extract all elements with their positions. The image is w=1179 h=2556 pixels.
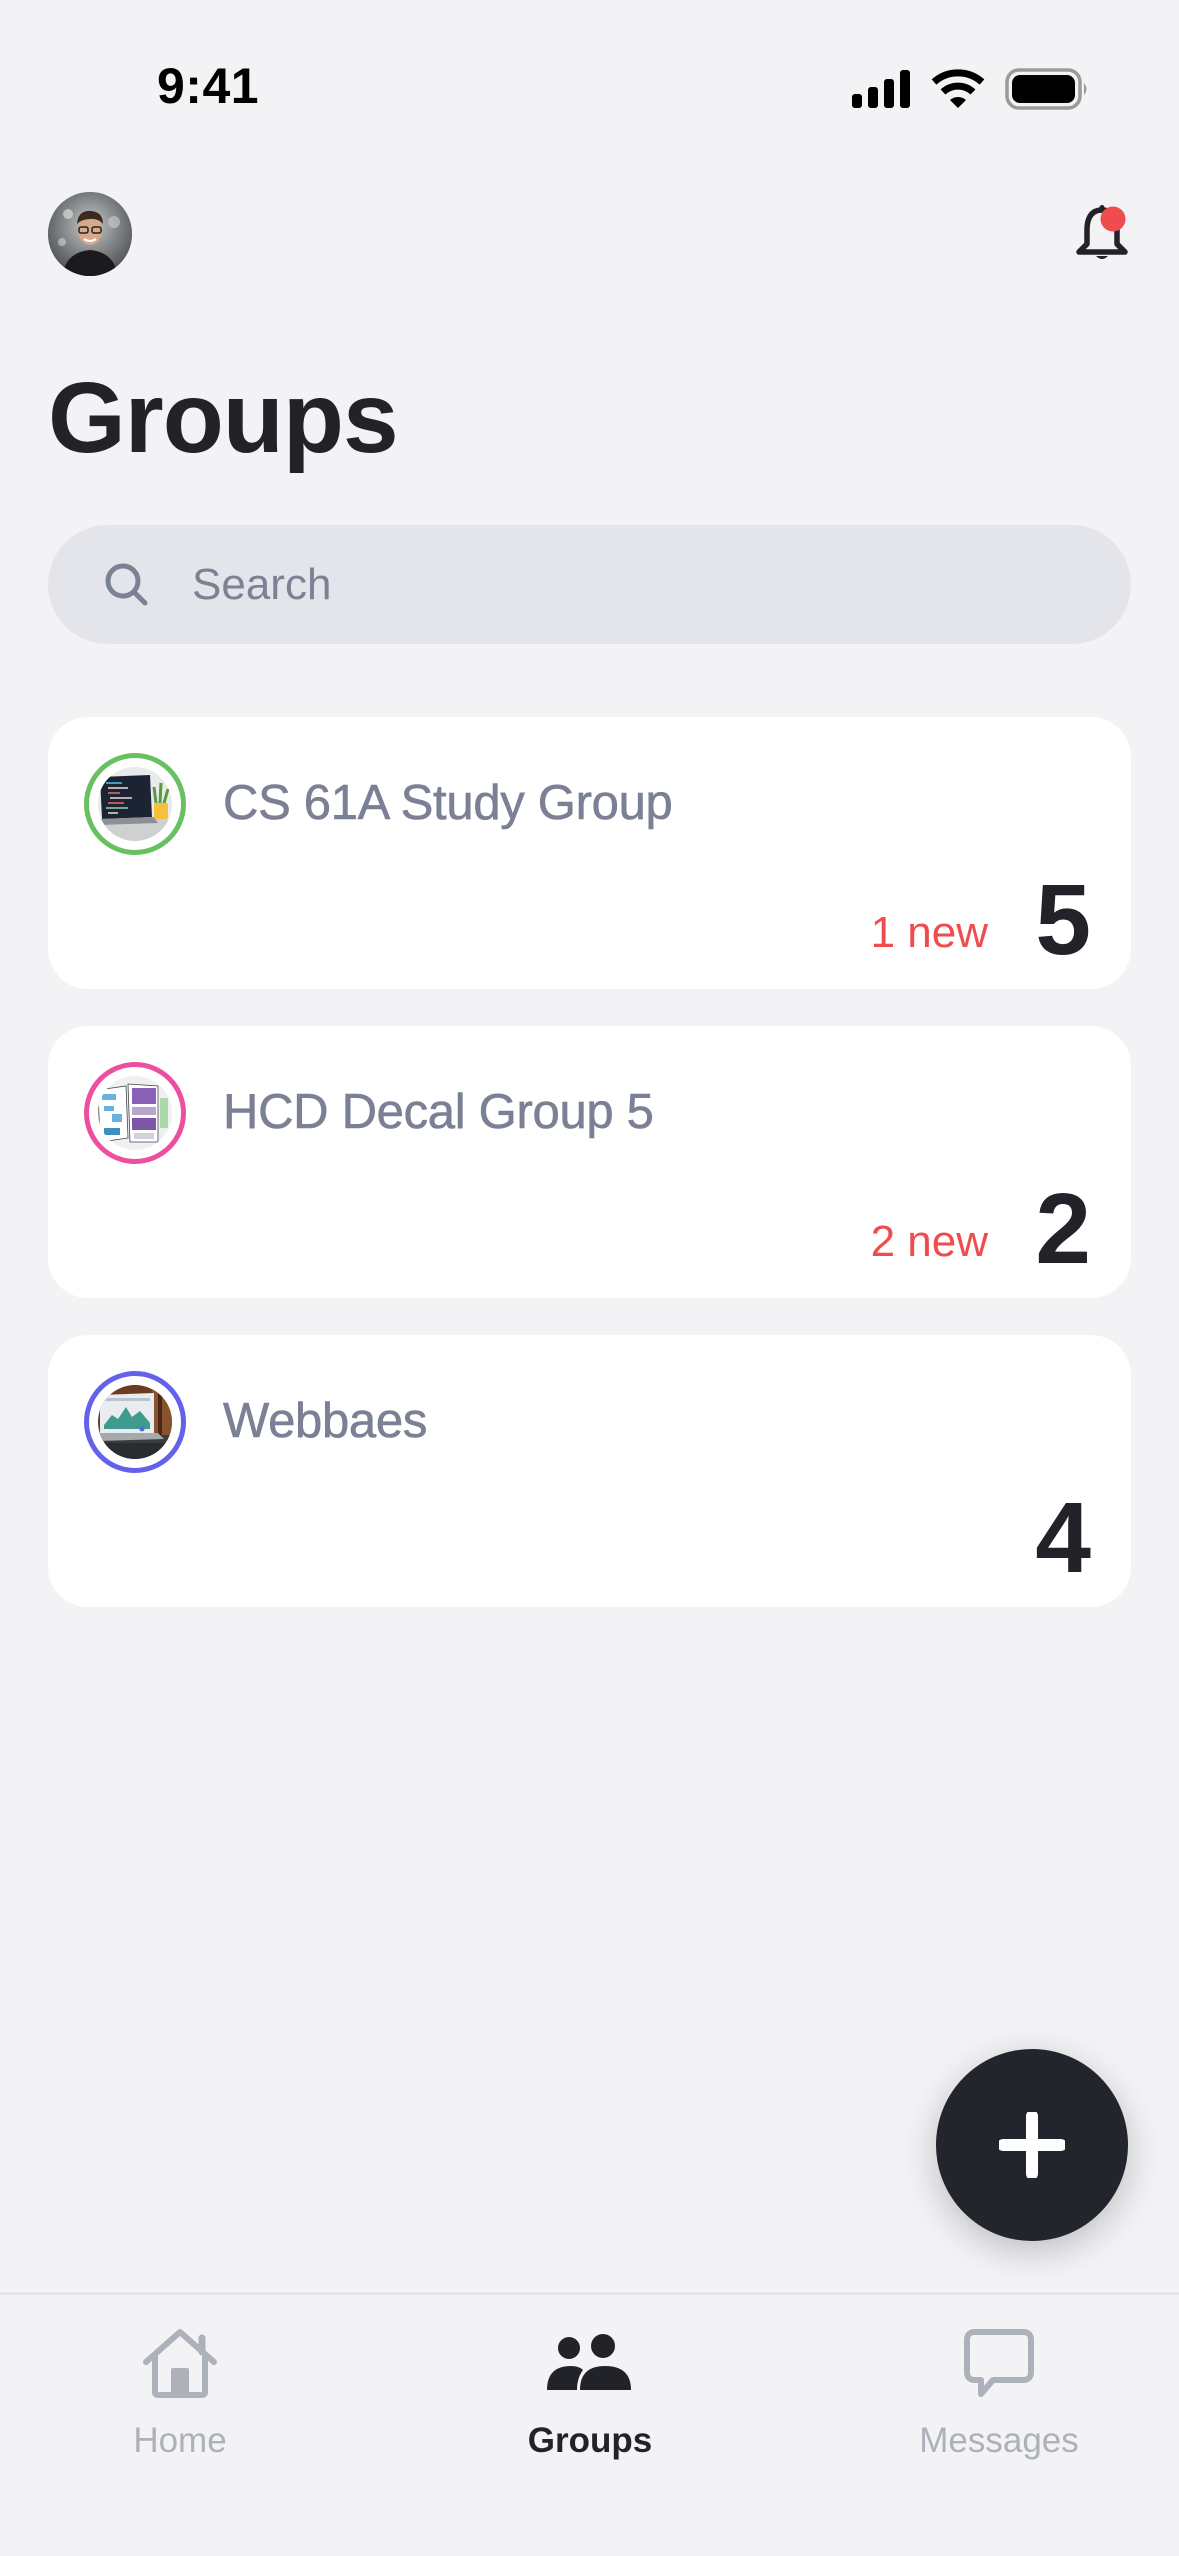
status-icons	[850, 66, 1090, 112]
group-avatar-ring	[84, 753, 186, 855]
group-name: Webbaes	[223, 1394, 428, 1449]
tab-label: Messages	[919, 2421, 1079, 2460]
battery-icon	[1005, 68, 1087, 110]
bottom-tab-bar: Home Groups Messages	[0, 2292, 1179, 2556]
groups-icon	[545, 2325, 635, 2401]
group-count: 2	[1035, 1173, 1091, 1285]
tab-label: Groups	[527, 2421, 653, 2460]
home-icon	[135, 2325, 225, 2401]
group-card[interactable]: CS 61A Study Group 1 new 5	[48, 717, 1131, 989]
chat-bubble-icon	[954, 2325, 1044, 2401]
cellular-signal-icon	[852, 70, 910, 108]
search-icon	[105, 563, 148, 605]
group-thumbnail-wireframes	[98, 1076, 172, 1150]
wifi-icon	[931, 69, 985, 108]
tab-groups[interactable]: Groups	[440, 2325, 740, 2475]
new-messages-badge: 2 new	[870, 1217, 988, 1266]
group-name: CS 61A Study Group	[223, 776, 673, 831]
tab-messages[interactable]: Messages	[849, 2325, 1149, 2475]
search-bar[interactable]	[48, 525, 1131, 644]
group-avatar-ring	[84, 1371, 186, 1473]
status-time: 9:41	[157, 58, 260, 114]
notification-dot	[1100, 206, 1126, 232]
plus-icon	[999, 2112, 1065, 2178]
page-title: Groups	[48, 362, 399, 474]
group-thumbnail-laptop-code	[98, 767, 172, 841]
group-count: 4	[1035, 1482, 1091, 1594]
avatar-photo	[48, 192, 132, 276]
group-count: 5	[1035, 864, 1091, 976]
new-messages-badge: 1 new	[870, 908, 988, 957]
bell-icon	[1076, 205, 1128, 259]
search-input[interactable]	[192, 559, 1012, 610]
notifications-button[interactable]	[1070, 200, 1134, 268]
profile-avatar[interactable]	[48, 192, 132, 276]
create-group-button[interactable]	[936, 2049, 1128, 2241]
group-card[interactable]: Webbaes 4	[48, 1335, 1131, 1607]
group-name: HCD Decal Group 5	[223, 1085, 655, 1140]
tab-home[interactable]: Home	[30, 2325, 330, 2475]
group-avatar-ring	[84, 1062, 186, 1164]
tab-label: Home	[133, 2421, 227, 2460]
group-thumbnail-laptop-dashboard	[98, 1385, 172, 1459]
group-card[interactable]: HCD Decal Group 5 2 new 2	[48, 1026, 1131, 1298]
